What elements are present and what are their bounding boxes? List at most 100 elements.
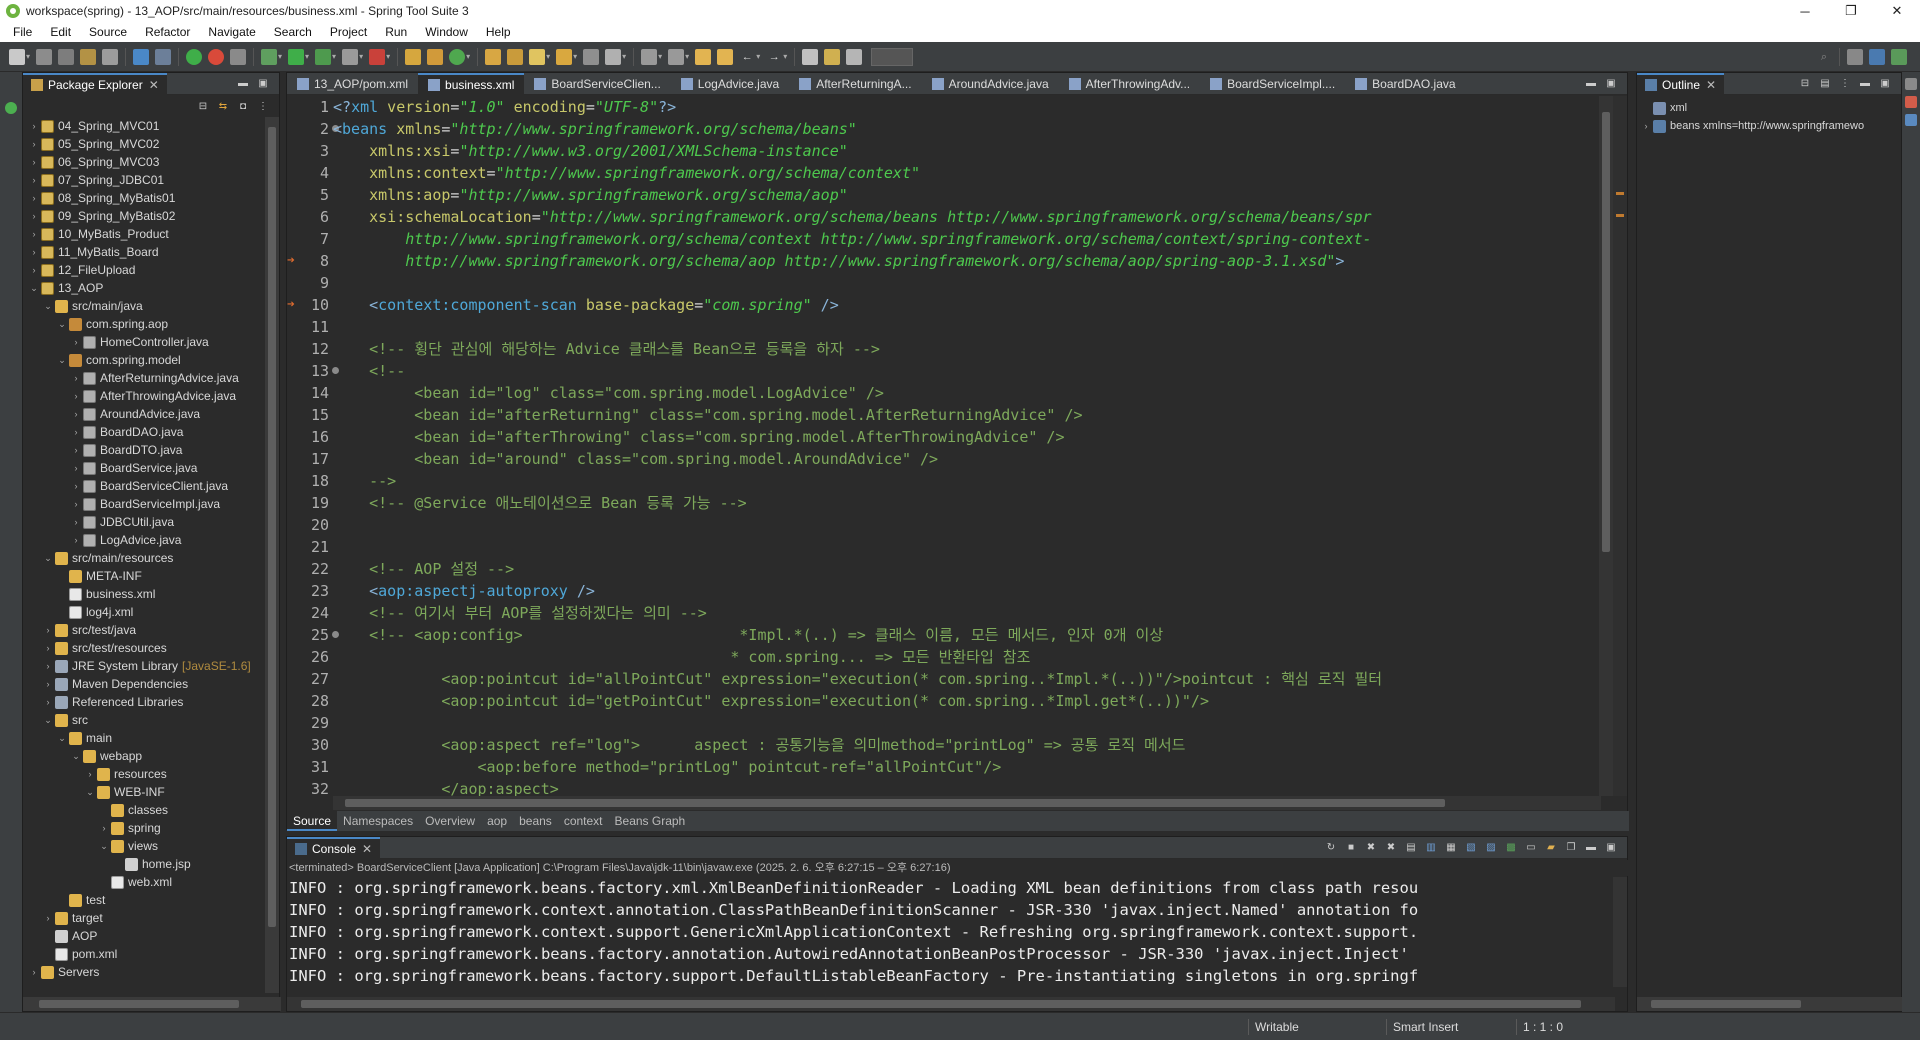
tree-item[interactable]: › src/test/resources: [23, 639, 267, 657]
close-button[interactable]: ✕: [1874, 0, 1920, 22]
expand-toggle-icon[interactable]: ›: [71, 373, 81, 383]
console-hscroll[interactable]: [287, 997, 1615, 1011]
brush-dropdown-icon[interactable]: ▾: [546, 52, 550, 61]
collapse-all-icon[interactable]: ⊟: [196, 99, 210, 113]
tree-item[interactable]: › 04_Spring_MVC01: [23, 117, 267, 135]
tree-item[interactable]: › 07_Spring_JDBC01: [23, 171, 267, 189]
minimize-view-icon[interactable]: ▬: [1584, 840, 1598, 854]
tree-item[interactable]: › BoardService.java: [23, 459, 267, 477]
tab-package-explorer[interactable]: Package Explorer ✕: [23, 72, 167, 95]
tab-console[interactable]: Console ✕: [287, 836, 381, 859]
new-java-project-icon[interactable]: [405, 48, 422, 65]
link-with-editor-icon[interactable]: ⇆: [216, 99, 230, 113]
expand-toggle-icon[interactable]: ›: [29, 211, 39, 221]
warning-marker[interactable]: [1616, 214, 1624, 217]
tree-item[interactable]: ⌄ src: [23, 711, 267, 729]
console-output[interactable]: INFO : org.springframework.beans.factory…: [287, 877, 1601, 987]
tree-item[interactable]: › 06_Spring_MVC03: [23, 153, 267, 171]
tree-item[interactable]: › BoardServiceClient.java: [23, 477, 267, 495]
code-line[interactable]: <!-- @Service 애노테이션으로 Bean 등록 가능 -->: [333, 492, 1601, 514]
expand-toggle-icon[interactable]: ›: [29, 175, 39, 185]
menu-file[interactable]: File: [4, 25, 41, 39]
code-line[interactable]: xmlns:context="http://www.springframewor…: [333, 162, 1601, 184]
code-line[interactable]: <aop:pointcut id="getPointCut" expressio…: [333, 690, 1601, 712]
remove-launch-icon[interactable]: ✖: [1364, 840, 1378, 854]
code-line[interactable]: [333, 272, 1601, 294]
view-menu-icon[interactable]: ⋮: [1838, 76, 1852, 90]
scroll-thumb[interactable]: [268, 127, 276, 927]
code-line[interactable]: * com.spring... => 모든 반환타입 참조: [333, 646, 1601, 668]
close-icon[interactable]: ✕: [1706, 78, 1716, 92]
run-dropdown-icon[interactable]: ▾: [305, 52, 309, 61]
save-all-icon[interactable]: [58, 48, 75, 65]
expand-toggle-icon[interactable]: ›: [71, 445, 81, 455]
code-line[interactable]: <aop:aspect ref="log"> aspect : 공통기능을 의미…: [333, 734, 1601, 756]
tree-item[interactable]: › 05_Spring_MVC02: [23, 135, 267, 153]
tree-item[interactable]: log4j.xml: [23, 603, 267, 621]
expand-toggle-icon[interactable]: ›: [71, 463, 81, 473]
new-class-dropdown-icon[interactable]: ▾: [466, 52, 470, 61]
focus-icon[interactable]: ◘: [236, 99, 250, 113]
tree-item[interactable]: › 09_Spring_MyBatis02: [23, 207, 267, 225]
tree-item[interactable]: › Servers: [23, 963, 267, 981]
tree-item[interactable]: › 08_Spring_MyBatis01: [23, 189, 267, 207]
code-line[interactable]: xmlns:xsi="http://www.w3.org/2001/XMLSch…: [333, 140, 1601, 162]
toggle-mark-icon[interactable]: [583, 48, 600, 65]
back-dropdown-icon[interactable]: ▾: [756, 52, 760, 61]
tab-editor-file[interactable]: BoardServiceClien...: [524, 73, 670, 95]
tree-item[interactable]: › BoardDAO.java: [23, 423, 267, 441]
tab-outline[interactable]: Outline ✕: [1637, 72, 1725, 95]
open-console-icon[interactable]: ▰: [1544, 840, 1558, 854]
pin-icon[interactable]: [605, 48, 622, 65]
expand-toggle-icon[interactable]: ›: [71, 517, 81, 527]
editor-vscroll[interactable]: [1599, 96, 1613, 796]
expand-toggle-icon[interactable]: ⌄: [71, 751, 81, 762]
tree-item[interactable]: META-INF: [23, 567, 267, 585]
tree-item[interactable]: web.xml: [23, 873, 267, 891]
quick-diff-arrow-icon[interactable]: ➔: [287, 294, 295, 316]
expand-toggle-icon[interactable]: ›: [43, 643, 53, 653]
tree-item[interactable]: › HomeController.java: [23, 333, 267, 351]
code-line[interactable]: xsi:schemaLocation="http://www.springfra…: [333, 206, 1601, 228]
pin-dropdown-icon[interactable]: ▾: [622, 52, 626, 61]
scroll-thumb[interactable]: [1651, 1000, 1801, 1008]
scroll-lock-icon[interactable]: ▥: [1424, 840, 1438, 854]
code-line[interactable]: <bean id="afterThrowing" class="com.spri…: [333, 426, 1601, 448]
display-selected-console-icon[interactable]: ▭: [1524, 840, 1538, 854]
tab-editor-file[interactable]: AfterReturningA...: [789, 73, 921, 95]
code-line[interactable]: http://www.springframework.org/schema/ao…: [333, 250, 1601, 272]
spring-perspective-icon[interactable]: [1891, 49, 1907, 65]
tree-item[interactable]: › spring: [23, 819, 267, 837]
expand-toggle-icon[interactable]: ›: [71, 409, 81, 419]
tree-item[interactable]: ⌄ 13_AOP: [23, 279, 267, 297]
quick-diff-arrow-icon[interactable]: ➔: [287, 250, 295, 272]
show-on-output-icon[interactable]: ▧: [1464, 840, 1478, 854]
back-icon[interactable]: ←: [739, 49, 755, 65]
tree-item[interactable]: › BoardDTO.java: [23, 441, 267, 459]
code-line[interactable]: <aop:before method="printLog" pointcut-r…: [333, 756, 1601, 778]
expand-toggle-icon[interactable]: ›: [71, 499, 81, 509]
minimize-view-icon[interactable]: ▬: [236, 76, 250, 90]
next-annotation-dropdown-icon[interactable]: ▾: [658, 52, 662, 61]
menu-search[interactable]: Search: [265, 25, 321, 39]
maximize-view-icon[interactable]: ▣: [256, 76, 270, 90]
expand-toggle-icon[interactable]: ⌄: [43, 301, 53, 312]
code-line[interactable]: <!-- 횡단 관심에 해당하는 Advice 클래스를 Bean으로 등록을 …: [333, 338, 1601, 360]
tree-item[interactable]: home.jsp: [23, 855, 267, 873]
menu-help[interactable]: Help: [477, 25, 520, 39]
search-icon[interactable]: ⌕: [1816, 49, 1832, 65]
tab-editor-file[interactable]: 13_AOP/pom.xml: [287, 73, 418, 95]
expand-toggle-icon[interactable]: ⌄: [43, 715, 53, 726]
tree-item[interactable]: ⌄ views: [23, 837, 267, 855]
minimize-button[interactable]: ─: [1782, 0, 1828, 22]
tree-item[interactable]: › JDBCUtil.java: [23, 513, 267, 531]
code-line[interactable]: <!-- 여기서 부터 AOP를 설정하겠다는 의미 -->: [333, 602, 1601, 624]
prev-annotation-dropdown-icon[interactable]: ▾: [685, 52, 689, 61]
expand-toggle-icon[interactable]: ›: [29, 247, 39, 257]
save-icon[interactable]: [36, 48, 53, 65]
stop-icon[interactable]: [342, 48, 359, 65]
tree-item[interactable]: › JRE System Library [JavaSE-1.6]: [23, 657, 267, 675]
tree-item[interactable]: ⌄ WEB-INF: [23, 783, 267, 801]
grid-icon[interactable]: [846, 48, 863, 65]
menu-project[interactable]: Project: [321, 25, 376, 39]
